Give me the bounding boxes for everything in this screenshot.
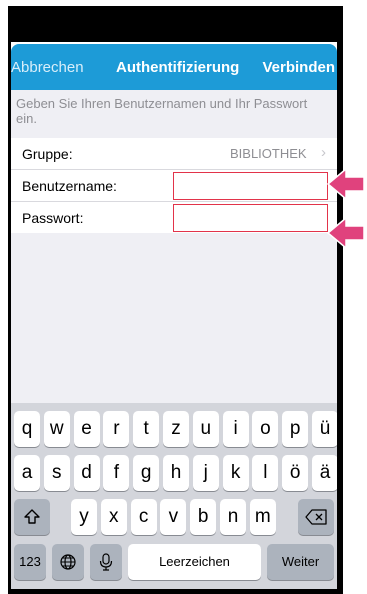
key-keyboard.row3-4[interactable]: b xyxy=(190,499,217,535)
microphone-key[interactable] xyxy=(90,544,122,580)
next-key[interactable]: Weiter xyxy=(267,544,334,580)
key-keyboard.row3-5[interactable]: n xyxy=(220,499,246,535)
username-label: Benutzername: xyxy=(22,178,117,194)
key-keyboard.row3-1[interactable]: x xyxy=(100,499,127,535)
username-row: Benutzername: xyxy=(11,170,337,202)
shift-icon xyxy=(24,509,40,524)
username-field[interactable] xyxy=(173,172,328,200)
nav-title: Authentifizierung xyxy=(116,59,240,76)
key-keyboard.row2-5[interactable]: h xyxy=(163,455,189,491)
key-keyboard.row2-1[interactable]: s xyxy=(43,455,70,491)
key-keyboard.row2-7[interactable]: k xyxy=(222,455,249,491)
device-frame-bottom xyxy=(8,589,343,594)
delete-key[interactable] xyxy=(298,499,334,535)
key-keyboard.row1-10[interactable]: ü xyxy=(312,411,337,447)
authentication-sheet: Abbrechen Authentifizierung Verbinden Ge… xyxy=(11,44,337,589)
key-keyboard.row1-3[interactable]: r xyxy=(103,411,130,447)
instructions-text: Geben Sie Ihren Benutzernamen und Ihr Pa… xyxy=(16,96,308,126)
password-row: Passwort: xyxy=(11,202,337,233)
password-field[interactable] xyxy=(173,204,328,232)
microphone-icon xyxy=(99,553,113,571)
navigation-bar: Abbrechen Authentifizierung Verbinden xyxy=(11,44,337,90)
key-keyboard.row1-7[interactable]: i xyxy=(222,411,249,447)
numbers-key[interactable]: 123 xyxy=(14,544,46,580)
key-keyboard.row3-6[interactable]: m xyxy=(249,499,276,535)
key-keyboard.row2-9[interactable]: ö xyxy=(282,455,309,491)
key-keyboard.row3-0[interactable]: y xyxy=(71,499,97,535)
key-keyboard.row2-3[interactable]: f xyxy=(103,455,130,491)
globe-key[interactable] xyxy=(52,544,84,580)
key-keyboard.row3-3[interactable]: v xyxy=(160,499,187,535)
key-keyboard.row1-4[interactable]: t xyxy=(133,411,160,447)
key-keyboard.row1-0[interactable]: q xyxy=(14,411,40,447)
globe-icon xyxy=(60,554,76,570)
key-keyboard.row1-8[interactable]: o xyxy=(252,411,279,447)
keyboard: qwertzuiopü asdfghjklöä yxcvbnm 123 Leer… xyxy=(11,403,337,589)
shift-key[interactable] xyxy=(14,499,50,535)
key-keyboard.row2-8[interactable]: l xyxy=(252,455,279,491)
cancel-button[interactable]: Abbrechen xyxy=(11,59,84,76)
group-label: Gruppe: xyxy=(22,146,73,162)
delete-icon xyxy=(305,509,327,525)
connect-button[interactable]: Verbinden xyxy=(262,59,335,76)
group-value: BIBLIOTHEK xyxy=(230,146,307,161)
key-keyboard.row3-2[interactable]: c xyxy=(130,499,157,535)
group-row[interactable]: Gruppe: BIBLIOTHEK › xyxy=(11,138,337,170)
key-keyboard.row2-2[interactable]: d xyxy=(73,455,100,491)
key-keyboard.row2-0[interactable]: a xyxy=(14,455,40,491)
key-keyboard.row2-10[interactable]: ä xyxy=(312,455,337,491)
password-label: Passwort: xyxy=(22,210,84,226)
space-key[interactable]: Leerzeichen xyxy=(128,544,261,580)
device-frame-top xyxy=(8,6,343,42)
login-form: Gruppe: BIBLIOTHEK › Benutzername: Passw… xyxy=(11,138,337,233)
key-keyboard.row1-5[interactable]: z xyxy=(163,411,189,447)
password-annotation-arrow-icon xyxy=(326,216,365,250)
key-keyboard.row2-6[interactable]: j xyxy=(192,455,219,491)
key-keyboard.row2-4[interactable]: g xyxy=(133,455,160,491)
key-keyboard.row1-6[interactable]: u xyxy=(192,411,219,447)
username-annotation-arrow-icon xyxy=(326,167,365,201)
key-keyboard.row1-9[interactable]: p xyxy=(282,411,309,447)
device-frame-right xyxy=(337,6,343,594)
chevron-right-icon: › xyxy=(321,144,326,161)
key-keyboard.row1-2[interactable]: e xyxy=(73,411,100,447)
key-keyboard.row1-1[interactable]: w xyxy=(43,411,70,447)
